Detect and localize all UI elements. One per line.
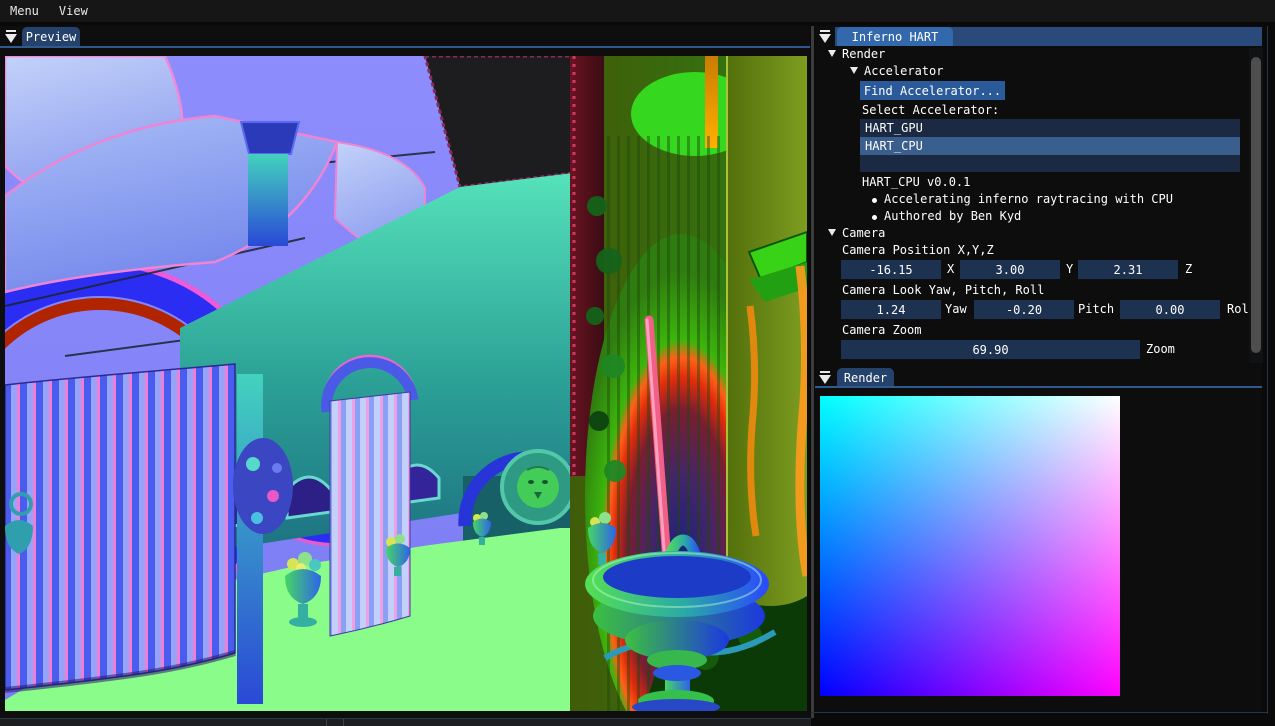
select-accelerator-label: Select Accelerator: xyxy=(862,103,999,118)
camera-pitch-label: Pitch xyxy=(1078,302,1114,317)
camera-position-x-field[interactable]: -16.15 xyxy=(841,260,941,279)
camera-yaw-field[interactable]: 1.24 xyxy=(841,300,941,319)
collapse-arrow-icon xyxy=(5,30,18,44)
bottom-bar-tick xyxy=(326,719,327,726)
camera-position-label: Camera Position X,Y,Z xyxy=(842,243,994,258)
accelerator-info-bullet-2: Authored by Ben Kyd xyxy=(884,209,1021,224)
list-item-hart-gpu[interactable]: HART_GPU xyxy=(860,119,1240,137)
render-output-image xyxy=(820,396,1120,696)
dockspace-right-border xyxy=(1267,26,1268,714)
camera-zoom-field[interactable]: 69.90 xyxy=(841,340,1140,359)
camera-position-y-label: Y xyxy=(1066,262,1073,277)
render-tabbar-separator xyxy=(815,386,1262,388)
render-window: Render xyxy=(815,365,1262,713)
menu-item-view[interactable]: View xyxy=(49,0,98,22)
menu-bar: Menu View xyxy=(0,0,1275,22)
tab-inferno-hart-label: Inferno HART xyxy=(852,30,939,44)
camera-look-label: Camera Look Yaw, Pitch, Roll xyxy=(842,283,1044,298)
collapse-arrow-icon xyxy=(819,371,832,385)
camera-position-y-field[interactable]: 3.00 xyxy=(960,260,1060,279)
dockspace-bottom-right-border xyxy=(811,712,1268,713)
list-item-hart-cpu[interactable]: HART_CPU xyxy=(860,137,1240,155)
inspector-scrollbar-thumb[interactable] xyxy=(1251,57,1261,353)
camera-yaw-label: Yaw xyxy=(945,302,967,317)
preview-collapse-button[interactable] xyxy=(5,30,18,47)
render-node-label[interactable]: Render xyxy=(842,47,885,62)
collapse-arrow-icon xyxy=(819,30,832,44)
scene-lion-medallion xyxy=(502,451,574,523)
menu-item-menu[interactable]: Menu xyxy=(0,0,49,22)
preview-tabbar-separator xyxy=(0,46,810,48)
camera-zoom-label: Camera Zoom xyxy=(842,323,921,338)
accelerator-info-bullet-1: Accelerating inferno raytracing with CPU xyxy=(884,192,1173,207)
tab-preview-label: Preview xyxy=(26,30,77,44)
tab-render-label: Render xyxy=(844,371,887,385)
camera-zoom-field-label: Zoom xyxy=(1146,342,1175,357)
bullet-icon xyxy=(872,215,877,220)
bottom-bar-tick xyxy=(343,719,344,726)
tab-inferno-hart[interactable]: Inferno HART xyxy=(837,27,953,46)
camera-pitch-field[interactable]: -0.20 xyxy=(974,300,1074,319)
bullet-icon xyxy=(872,198,877,203)
accelerator-node-caret[interactable] xyxy=(850,67,858,74)
camera-roll-label: Rol xyxy=(1227,302,1249,317)
preview-window: Preview xyxy=(0,26,810,718)
find-accelerator-button[interactable]: Find Accelerator... xyxy=(860,81,1005,100)
tab-render[interactable]: Render xyxy=(837,368,894,387)
accelerator-node-label[interactable]: Accelerator xyxy=(864,64,943,79)
accelerator-info-title: HART_CPU v0.0.1 xyxy=(862,175,970,190)
find-accelerator-button-label: Find Accelerator... xyxy=(864,84,1001,98)
render-node-caret[interactable] xyxy=(828,50,836,57)
camera-position-x-label: X xyxy=(947,262,954,277)
inspector-collapse-button[interactable] xyxy=(819,30,832,47)
dock-splitter[interactable] xyxy=(811,26,814,718)
preview-viewport-image[interactable] xyxy=(5,56,807,711)
inspector-scrollbar[interactable] xyxy=(1249,48,1263,363)
camera-roll-field[interactable]: 0.00 xyxy=(1120,300,1220,319)
app-root: Menu View Preview xyxy=(0,0,1275,726)
camera-node-label[interactable]: Camera xyxy=(842,226,885,241)
inspector-window: Inferno HART Render Accelerator Find Acc… xyxy=(815,26,1262,365)
camera-position-z-field[interactable]: 2.31 xyxy=(1078,260,1178,279)
camera-position-z-label: Z xyxy=(1185,262,1192,277)
camera-node-caret[interactable] xyxy=(828,229,836,236)
tab-preview[interactable]: Preview xyxy=(22,27,80,46)
accelerator-listbox: HART_GPU HART_CPU xyxy=(860,119,1240,172)
bottom-bar xyxy=(0,719,811,726)
